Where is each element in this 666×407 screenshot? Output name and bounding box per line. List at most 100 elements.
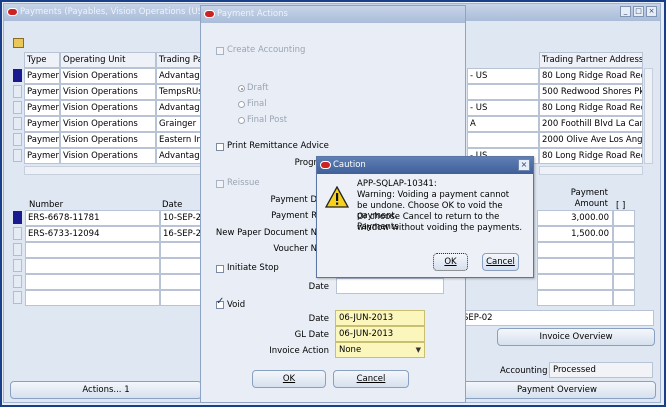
cell-partner-site[interactable] <box>467 132 539 148</box>
cell-operating-unit[interactable]: Vision Operations <box>60 100 156 116</box>
final-post-radio[interactable] <box>238 117 245 124</box>
cell-partner-address[interactable]: 500 Redwood Shores Pkwy <box>539 84 643 100</box>
cell-payment-amount[interactable] <box>537 274 613 290</box>
draft-radio[interactable] <box>238 85 245 92</box>
cell-folder[interactable] <box>613 210 635 226</box>
cell-trading-partner[interactable]: Advantage C <box>156 100 204 116</box>
cell-folder[interactable] <box>613 258 635 274</box>
cell-type[interactable]: Payment <box>24 148 60 164</box>
row-selector[interactable] <box>13 243 22 256</box>
invoice-overview-button[interactable]: Invoice Overview <box>497 328 655 346</box>
cell-payment-date[interactable]: 10-SEP-20 <box>160 210 204 226</box>
row-selector[interactable] <box>13 291 22 304</box>
cell-partner-site[interactable] <box>467 84 539 100</box>
cell-payment-amount[interactable] <box>537 242 613 258</box>
cell-folder[interactable] <box>613 242 635 258</box>
cell-partner-address[interactable]: 2000 Olive Ave Los Angele <box>539 132 643 148</box>
cell-payment-number[interactable] <box>25 242 160 258</box>
cell-folder[interactable] <box>613 274 635 290</box>
cell-trading-partner[interactable]: Grainger <box>156 116 204 132</box>
cell-partner-site[interactable]: A <box>467 116 539 132</box>
cell-folder[interactable] <box>613 226 635 242</box>
cell-trading-partner[interactable]: TempsRUs <box>156 84 204 100</box>
cell-type[interactable]: Payment <box>24 116 60 132</box>
cell-trading-partner[interactable]: Advantage C <box>156 68 204 84</box>
actions-button[interactable]: Actions... 1 <box>10 381 202 399</box>
sep-date-field[interactable]: SEP-02 <box>459 310 654 326</box>
row-selector[interactable] <box>13 133 22 146</box>
row-selector[interactable] <box>13 149 22 162</box>
header-trading-partner: Trading Partner <box>156 52 204 68</box>
cell-partner-address[interactable]: 80 Long Ridge Road Redw <box>539 148 643 164</box>
header-operating-unit: Operating Unit <box>60 52 156 68</box>
cell-partner-address[interactable]: 80 Long Ridge Road Redw <box>539 68 643 84</box>
row-selector[interactable] <box>13 101 22 114</box>
row-selector[interactable] <box>13 69 22 82</box>
initiate-stop-checkbox[interactable] <box>216 265 224 273</box>
stop-date-field[interactable] <box>336 278 444 294</box>
cell-payment-amount[interactable]: 3,000.00 <box>537 210 613 226</box>
cell-type[interactable]: Payment <box>24 84 60 100</box>
row-selector[interactable] <box>13 275 22 288</box>
chevron-down-icon: ▼ <box>415 346 421 354</box>
cell-trading-partner[interactable]: Advantage C <box>156 148 204 164</box>
print-remittance-checkbox[interactable] <box>216 143 224 151</box>
maximize-icon[interactable]: □ <box>633 6 644 17</box>
gl-date-field[interactable]: 06-JUN-2013 <box>335 326 425 342</box>
cell-payment-date[interactable] <box>160 274 204 290</box>
cell-payment-number[interactable]: ERS-6678-11781 <box>25 210 160 226</box>
cell-operating-unit[interactable]: Vision Operations <box>60 132 156 148</box>
cell-payment-number[interactable] <box>25 290 160 306</box>
payment-actions-ok-button[interactable]: OK <box>252 370 326 388</box>
invoice-action-select[interactable]: None ▼ <box>335 342 425 358</box>
program-label: Progr <box>294 158 317 168</box>
cell-partner-address[interactable]: 200 Foothill Blvd La Canad <box>539 116 643 132</box>
payment-actions-cancel-button[interactable]: Cancel <box>333 370 409 388</box>
cell-trading-partner[interactable]: Eastern Indu <box>156 132 204 148</box>
oracle-logo-icon <box>320 161 331 169</box>
row-selector[interactable] <box>13 259 22 272</box>
row-selector[interactable] <box>13 117 22 130</box>
cell-type[interactable]: Payment <box>24 100 60 116</box>
payment-overview-button[interactable]: Payment Overview <box>458 381 656 399</box>
row-selector[interactable] <box>13 227 22 240</box>
payment-rate-label: Payment R <box>271 211 317 221</box>
row-selector[interactable] <box>13 85 22 98</box>
close-icon[interactable]: × <box>646 6 657 17</box>
row-selector[interactable] <box>13 211 22 224</box>
void-date-field[interactable]: 06-JUN-2013 <box>335 310 425 326</box>
cell-payment-date[interactable] <box>160 258 204 274</box>
cell-partner-site[interactable]: - US <box>467 68 539 84</box>
cell-operating-unit[interactable]: Vision Operations <box>60 68 156 84</box>
top-table-vscrollbar[interactable] <box>644 68 653 164</box>
final-radio[interactable] <box>238 101 245 108</box>
folder-icon[interactable] <box>13 38 24 48</box>
cell-payment-amount[interactable] <box>537 258 613 274</box>
cell-folder[interactable] <box>613 290 635 306</box>
cell-operating-unit[interactable]: Vision Operations <box>60 148 156 164</box>
cell-type[interactable]: Payment <box>24 68 60 84</box>
top-table-hscrollbar[interactable] <box>539 166 643 175</box>
cell-payment-date[interactable] <box>160 242 204 258</box>
cell-payment-date[interactable]: 16-SEP-20 <box>160 226 204 242</box>
create-accounting-label: Create Accounting <box>227 45 306 55</box>
cell-operating-unit[interactable]: Vision Operations <box>60 116 156 132</box>
caution-ok-button[interactable]: OK <box>433 253 468 271</box>
cell-partner-address[interactable]: 80 Long Ridge Road Redw <box>539 100 643 116</box>
caution-cancel-button[interactable]: Cancel <box>482 253 519 271</box>
reissue-checkbox[interactable] <box>216 180 224 188</box>
top-table-hscrollbar-left[interactable] <box>24 166 204 175</box>
cell-payment-date[interactable] <box>160 290 204 306</box>
cell-payment-number[interactable] <box>25 258 160 274</box>
caution-close-icon[interactable]: × <box>518 159 530 171</box>
initiate-stop-label: Initiate Stop <box>227 263 279 273</box>
cell-payment-amount[interactable] <box>537 290 613 306</box>
cell-payment-amount[interactable]: 1,500.00 <box>537 226 613 242</box>
cell-operating-unit[interactable]: Vision Operations <box>60 84 156 100</box>
cell-payment-number[interactable] <box>25 274 160 290</box>
cell-payment-number[interactable]: ERS-6733-12094 <box>25 226 160 242</box>
cell-type[interactable]: Payment <box>24 132 60 148</box>
create-accounting-checkbox[interactable] <box>216 47 224 55</box>
cell-partner-site[interactable]: - US <box>467 100 539 116</box>
minimize-icon[interactable]: _ <box>620 6 631 17</box>
